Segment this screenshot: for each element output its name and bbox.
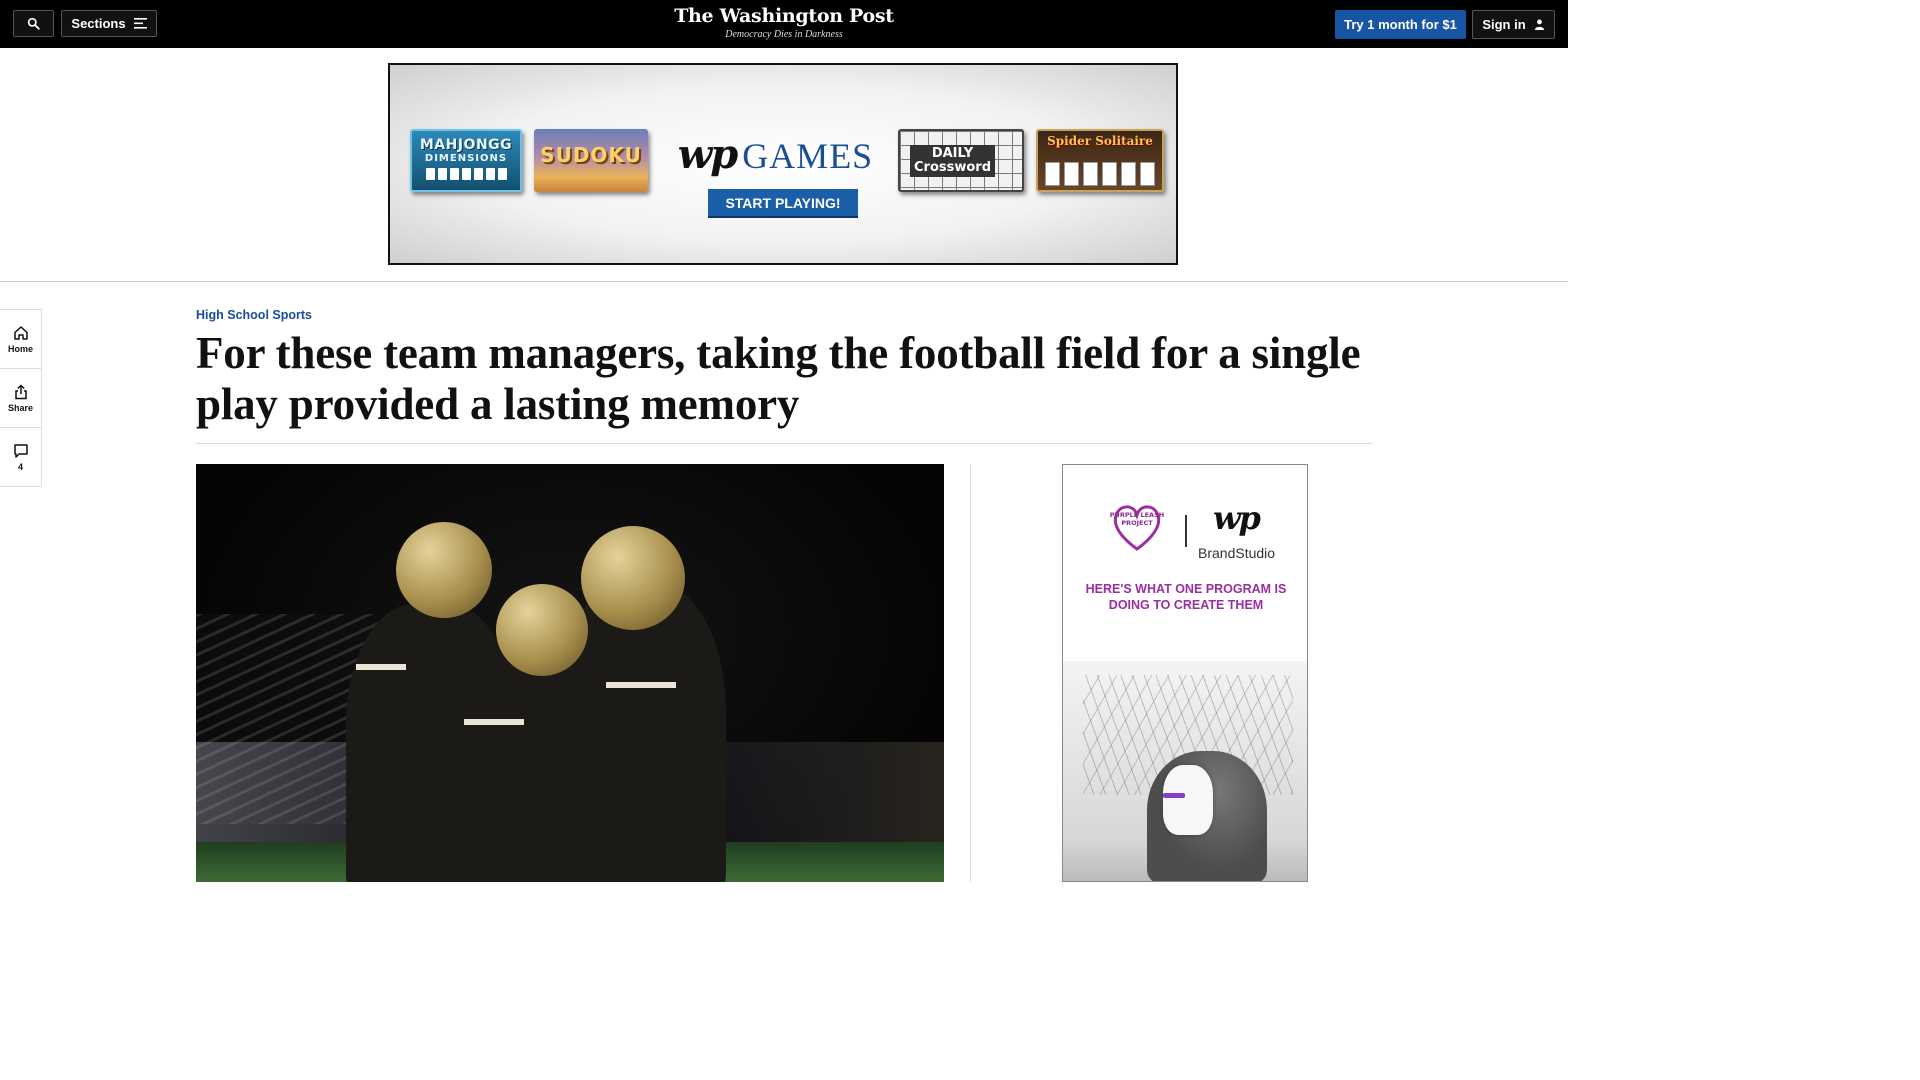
search-icon (27, 17, 40, 30)
home-icon (13, 325, 28, 340)
sudoku-title: SUDOKU (540, 143, 642, 167)
crossword-line2: Crossword (914, 160, 992, 175)
photo-jersey-stripe (464, 719, 524, 725)
sudoku-game-tile[interactable]: SUDOKU (534, 129, 648, 192)
crossword-game-tile[interactable]: DAILY Crossword (898, 129, 1024, 192)
mahjongg-tiles-graphic (412, 168, 520, 180)
ad-photo-collar (1163, 793, 1185, 798)
rail-comments-count: 4 (17, 461, 23, 472)
column-divider (970, 464, 971, 882)
crossword-line1: DAILY (931, 146, 974, 161)
rail-share[interactable]: Share (0, 369, 41, 428)
mahjongg-game-tile[interactable]: MAHJONGG DIMENSIONS (410, 129, 522, 192)
mahjongg-title: MAHJONGG (419, 137, 513, 153)
ad-photo-dog (1163, 765, 1213, 835)
wp-games-word: GAMES (742, 136, 874, 176)
sign-in-label: Sign in (1482, 17, 1526, 32)
solitaire-cards-graphic (1038, 162, 1162, 186)
comment-icon (13, 443, 28, 458)
brandstudio-label: BrandStudio (1198, 545, 1276, 561)
menu-icon (133, 18, 147, 29)
brandstudio-side-ad[interactable]: PURPLE LEASH PROJECT wp BrandStudio HERE… (1062, 464, 1308, 882)
wp-games-logo: wp GAMES (678, 131, 873, 178)
sign-in-button[interactable]: Sign in (1472, 10, 1555, 39)
ad-logo-divider (1185, 515, 1187, 547)
photo-helmet-center (496, 584, 588, 676)
logo-wordmark: The Washington Post (674, 5, 894, 27)
photo-helmet-left (396, 522, 492, 618)
rail-home[interactable]: Home (0, 310, 41, 369)
share-icon (14, 383, 27, 399)
crossword-title: DAILY Crossword (910, 145, 996, 177)
wp-games-ad-banner[interactable]: MAHJONGG DIMENSIONS SUDOKU wp GAMES STAR… (388, 63, 1178, 265)
purple-leash-badge: PURPLE LEASH PROJECT (1109, 511, 1165, 527)
spider-solitaire-game-tile[interactable]: Spider Solitaire (1036, 129, 1164, 192)
wp-games-mark: wp (677, 131, 738, 178)
top-ad-region: MAHJONGG DIMENSIONS SUDOKU wp GAMES STAR… (0, 48, 1568, 282)
photo-helmet-right (581, 526, 685, 630)
mahjongg-subtitle: DIMENSIONS (424, 153, 508, 164)
sections-button[interactable]: Sections (61, 10, 157, 37)
left-action-rail: Home Share 4 (0, 309, 42, 487)
user-icon (1534, 19, 1544, 30)
rail-share-label: Share (7, 402, 33, 413)
headline-divider (196, 443, 1372, 444)
sections-label: Sections (71, 16, 126, 31)
article-headline: For these team managers, taking the foot… (196, 328, 1361, 429)
top-nav-bar: Sections The Washington Post Democracy D… (0, 0, 1568, 48)
washington-post-logo[interactable]: The Washington Post Democracy Dies in Da… (660, 5, 908, 40)
rail-comments[interactable]: 4 (0, 428, 41, 486)
logo-tagline: Democracy Dies in Darkness (725, 29, 843, 40)
section-kicker-link[interactable]: High School Sports (196, 308, 312, 322)
ad-message: HERE'S WHAT ONE PROGRAM IS DOING TO CREA… (1085, 582, 1287, 612)
start-playing-button[interactable]: START PLAYING! (708, 189, 858, 216)
spider-solitaire-title: Spider Solitaire (1047, 134, 1153, 148)
subscribe-button[interactable]: Try 1 month for $1 (1335, 10, 1466, 39)
search-button[interactable] (13, 10, 54, 37)
photo-jersey-stripe (606, 682, 676, 688)
photo-jersey-stripe (356, 664, 406, 670)
purple-leash-heart-logo (1113, 505, 1161, 551)
wp-mark: wp (1213, 499, 1261, 537)
rail-home-label: Home (7, 343, 33, 354)
article-lead-photo[interactable] (196, 464, 944, 882)
